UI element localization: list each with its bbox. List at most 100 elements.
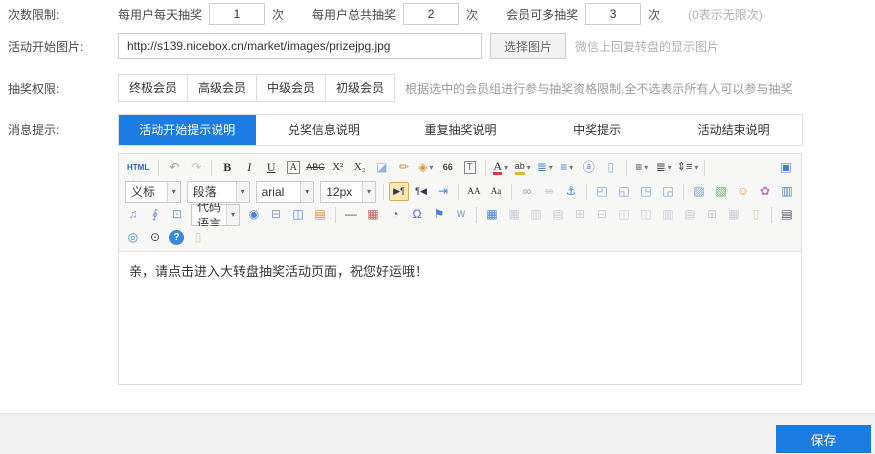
insert-col-left-icon[interactable]: ◫ <box>614 205 634 224</box>
tab-repeat-draw[interactable]: 重复抽奖说明 <box>392 115 529 145</box>
italic-icon[interactable]: I <box>239 158 259 177</box>
media-icon[interactable]: ▥ <box>777 182 797 201</box>
strikethrough-icon[interactable]: ABC <box>305 158 326 177</box>
tab-activity-start-tip[interactable]: 活动开始提示说明 <box>119 115 256 145</box>
unordered-list-icon[interactable]: ≡▾ <box>557 158 577 177</box>
choose-image-button[interactable]: 选择图片 <box>490 33 566 59</box>
word-import-icon[interactable]: W <box>451 205 471 224</box>
tab-win-tip[interactable]: 中奖提示 <box>529 115 666 145</box>
columns-icon[interactable]: ◫ <box>288 205 308 224</box>
split-cells-icon[interactable]: ▤ <box>680 205 700 224</box>
highlight-color-icon[interactable]: ab▾ <box>513 158 533 177</box>
char-border-icon[interactable]: A <box>283 158 303 177</box>
anchor-icon[interactable]: ⚓ <box>561 182 581 201</box>
code-language-select[interactable]: 代码语言▾ <box>191 204 240 226</box>
merge-cells-icon[interactable]: ▥ <box>658 205 678 224</box>
format-brush-icon[interactable]: ✏ <box>394 158 414 177</box>
editor-content-area[interactable]: 亲，请点击进入大转盘抽奖活动页面，祝您好运哦！ <box>119 252 801 384</box>
bold-icon[interactable]: B <box>217 158 237 177</box>
blockquote-icon[interactable]: 66 <box>438 158 458 177</box>
rtl-direction-icon[interactable]: ¶◀ <box>411 182 431 201</box>
ordered-list-icon[interactable]: ≣▾ <box>535 158 555 177</box>
special-char-icon[interactable]: Ω <box>407 205 427 224</box>
unlink-icon[interactable]: ∞ <box>539 182 559 201</box>
delete-col-icon[interactable]: ▦ <box>724 205 744 224</box>
upload-image-icon[interactable]: ▧ <box>711 182 731 201</box>
paint-icon[interactable]: ✿ <box>755 182 775 201</box>
table-properties-icon[interactable]: ▥ <box>526 205 546 224</box>
editor-toolbar: HTML↶↷BIUAABCX²X₂◪✏◈▾66TA▾ab▾≣▾≡▾ⓐ▯≡▾≣▾⇕… <box>119 154 801 252</box>
member-group-button[interactable]: 初级会员 <box>325 74 395 102</box>
paste-as-text-icon[interactable]: T <box>460 158 480 177</box>
lowercase-icon[interactable]: Aa <box>486 182 506 201</box>
save-button[interactable]: 保存 <box>776 425 871 453</box>
tab-redeem-info[interactable]: 兑奖信息说明 <box>256 115 393 145</box>
uppercase-icon[interactable]: AA <box>464 182 484 201</box>
paragraph-select[interactable]: 段落▾ <box>187 181 250 203</box>
limit-count-input[interactable] <box>209 3 265 25</box>
image-inline-icon[interactable]: ◱ <box>614 182 634 201</box>
help-icon[interactable]: ? <box>169 230 184 245</box>
preview-icon[interactable]: ◎ <box>123 228 143 247</box>
undo-icon[interactable]: ↶ <box>164 158 184 177</box>
paste-icon[interactable]: ▯ <box>188 228 208 247</box>
new-page-icon[interactable]: ▯ <box>601 158 621 177</box>
toolbar-separator <box>476 207 477 223</box>
insert-file-icon[interactable]: ⊡ <box>167 205 187 224</box>
limit-count-input[interactable] <box>585 3 641 25</box>
indent-icon[interactable]: ⇥ <box>433 182 453 201</box>
insert-image-icon[interactable]: ▨ <box>689 182 709 201</box>
insert-row-below-icon[interactable]: ⊟ <box>592 205 612 224</box>
anchor-link-icon[interactable]: ⓐ <box>579 158 599 177</box>
attachment-icon[interactable]: ∮ <box>145 205 165 224</box>
link-icon[interactable]: ∞ <box>517 182 537 201</box>
line-height-icon[interactable]: ⇕≡▾ <box>676 158 700 177</box>
delete-table-icon[interactable]: ▦ <box>504 205 524 224</box>
heading-select[interactable]: 自定义标题▾ <box>125 181 181 203</box>
font-size-select[interactable]: 12px▾ <box>320 181 376 203</box>
find-replace-icon[interactable]: ⊙ <box>145 228 165 247</box>
print-icon[interactable]: ▤ <box>777 205 797 224</box>
insert-col-right-icon[interactable]: ◫ <box>636 205 656 224</box>
music-icon[interactable]: ♫ <box>123 205 143 224</box>
member-group-button[interactable]: 中级会员 <box>256 74 326 102</box>
cell-properties-icon[interactable]: ▤ <box>548 205 568 224</box>
image-url-input[interactable] <box>118 33 482 59</box>
fullscreen-icon[interactable]: ▣ <box>776 158 796 177</box>
emoticons-icon[interactable]: ☺ <box>733 182 753 201</box>
mobile-preview-icon[interactable]: ▤ <box>310 205 330 224</box>
image-block-icon[interactable]: ◲ <box>658 182 678 201</box>
quick-format-icon[interactable]: ◈▾ <box>416 158 436 177</box>
limit-label: 每用户每天抽奖 <box>118 6 202 23</box>
redo-icon[interactable]: ↷ <box>186 158 206 177</box>
page-break-icon[interactable]: ⊟ <box>266 205 286 224</box>
ltr-direction-icon[interactable]: ▶¶ <box>389 182 409 201</box>
image-float-left-icon[interactable]: ◰ <box>592 182 612 201</box>
underline-icon[interactable]: U <box>261 158 281 177</box>
remove-format-icon[interactable]: ◪ <box>372 158 392 177</box>
font-family-select[interactable]: arial▾ <box>256 181 315 203</box>
font-color-icon[interactable]: A▾ <box>491 158 511 177</box>
superscript-icon[interactable]: X² <box>328 158 348 177</box>
tab-activity-end[interactable]: 活动结束说明 <box>665 115 802 145</box>
clear-doc-icon[interactable]: ▯ <box>746 205 766 224</box>
align-icon[interactable]: ≡▾ <box>632 158 652 177</box>
clock-icon[interactable]: ◔ <box>385 205 405 224</box>
member-group-button[interactable]: 终极会员 <box>118 74 188 102</box>
source-code-button[interactable]: HTML <box>123 158 153 177</box>
delete-row-icon[interactable]: ⊞ <box>702 205 722 224</box>
subscript-icon[interactable]: X₂ <box>350 158 370 177</box>
limit-count-input[interactable] <box>403 3 459 25</box>
limits-row: 次数限制: 每用户每天抽奖次每用户总共抽奖次会员可多抽奖次 (0表示无限次) <box>0 3 875 25</box>
image-float-right-icon[interactable]: ◳ <box>636 182 656 201</box>
insert-table-icon[interactable]: ▦ <box>482 205 502 224</box>
map-icon[interactable]: ⚑ <box>429 205 449 224</box>
valign-icon[interactable]: ≣▾ <box>654 158 674 177</box>
permission-label: 抽奖权限: <box>0 80 118 97</box>
code-block-icon[interactable]: ◉ <box>244 205 264 224</box>
horizontal-rule-icon[interactable]: — <box>341 205 361 224</box>
calendar-icon[interactable]: ▦ <box>363 205 383 224</box>
limits-hint: (0表示无限次) <box>688 6 763 23</box>
insert-row-above-icon[interactable]: ⊞ <box>570 205 590 224</box>
member-group-button[interactable]: 高级会员 <box>187 74 257 102</box>
